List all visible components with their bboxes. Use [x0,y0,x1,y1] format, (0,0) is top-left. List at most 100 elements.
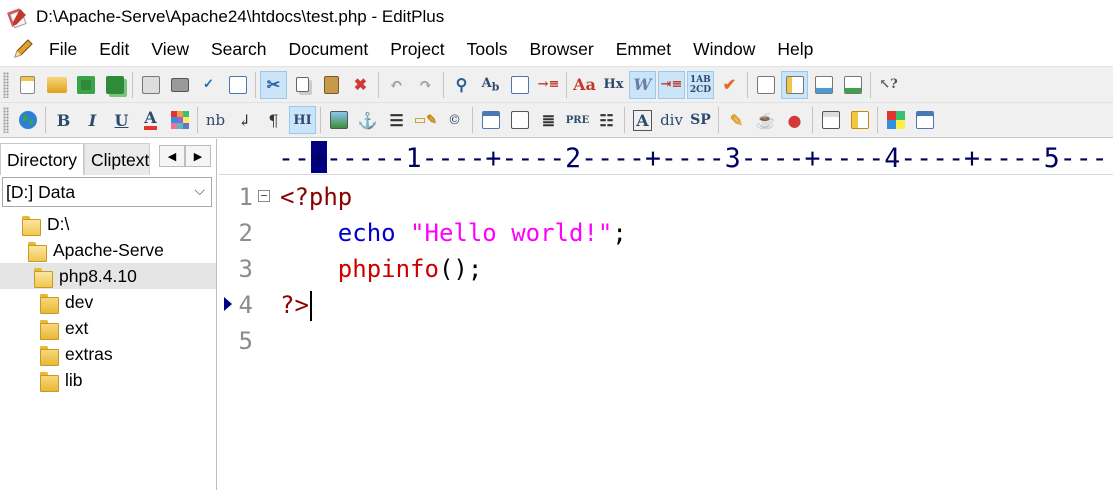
toolbar-separator [877,107,878,133]
print-button[interactable] [166,71,193,99]
find-button[interactable]: ⚲ [448,71,475,99]
italic-button[interactable]: I [79,106,106,134]
menu-view[interactable]: View [140,34,200,64]
folder-icon [40,345,59,366]
external-browser-button[interactable] [839,71,866,99]
copyright-icon: © [448,112,461,128]
redo-button[interactable]: ↷ [412,71,439,99]
line-number-button[interactable]: ⇥≡ [658,70,685,99]
line-number: 1 [238,183,253,211]
code-line-2: echo "Hello world!"; [280,215,627,251]
print-preview-button[interactable] [137,71,164,99]
tab-scroll-right-button[interactable]: ▶ [185,145,211,167]
menu-browser[interactable]: Browser [519,34,605,64]
tree-item-extras[interactable]: extras [0,341,216,367]
font-tag-button[interactable]: A [629,106,656,134]
output-window-button[interactable] [752,71,779,99]
nbsp-button[interactable]: nb [202,106,229,134]
ruler-toggle-button[interactable]: 1AB 2CD [687,70,714,99]
menu-edit[interactable]: Edit [88,34,140,64]
edit-tag-button[interactable]: ▭✎ [412,106,439,134]
italic-icon: I [88,110,97,130]
span-button[interactable]: SP [687,106,714,134]
pencil-icon [12,38,34,60]
browser-view-button[interactable] [14,106,41,134]
toolbar-separator [197,107,198,133]
semicolon: ; [612,219,627,247]
output-window-icon [756,75,775,94]
replace-button[interactable]: Ab [477,71,504,99]
save-all-button[interactable] [101,71,128,99]
tab-cliptext[interactable]: Cliptext [84,143,151,175]
menu-file[interactable]: File [38,34,88,64]
preview-browser-button[interactable] [810,71,837,99]
tree-item-dev[interactable]: dev [0,289,216,315]
form-button[interactable] [506,106,533,134]
color-cells-button[interactable] [882,106,909,134]
list-button[interactable]: ☷ [593,106,620,134]
css-button[interactable]: ✎ [723,106,750,134]
tree-item-apache-serve[interactable]: Apache-Serve [0,237,216,263]
heading-button[interactable]: HI [289,106,316,134]
table-button[interactable] [477,106,504,134]
objects-button[interactable]: ● [781,106,808,134]
code-editor[interactable]: 1 2 3 4 5 <?php echo "Hello world!"; php… [219,176,1113,490]
column-ruler[interactable]: --+-----1----+----2----+----3----+----4-… [219,139,1113,175]
toolbar-separator [747,71,748,98]
paragraph-button[interactable]: ¶ [260,106,287,134]
line-break-button[interactable]: ↲ [231,106,258,134]
paste-button[interactable] [318,71,345,99]
spell-check-button[interactable]: ✓ [195,71,222,99]
find-in-files-button[interactable] [506,71,533,99]
menu-emmet[interactable]: Emmet [605,34,682,64]
tab-directory[interactable]: Directory [0,143,85,175]
underline-button[interactable]: U [108,106,135,134]
drive-select[interactable]: [D:] Data ⌵ [2,177,212,207]
open-file-button[interactable] [43,71,70,99]
tab-scroll-left-button[interactable]: ◀ [159,145,185,167]
copy-button[interactable] [289,71,316,99]
delete-button[interactable]: ✖ [347,71,374,99]
window-layout-button[interactable] [911,106,938,134]
font-size-button[interactable]: Aa [571,71,598,99]
image-button[interactable] [325,106,352,134]
tree-item-ext[interactable]: ext [0,315,216,341]
anchor-button[interactable]: ⚓ [354,106,381,134]
script-button[interactable]: ☕ [752,106,779,134]
goto-line-button[interactable]: →≡ [535,71,562,99]
menu-project[interactable]: Project [379,34,455,64]
tree-item-lib[interactable]: lib [0,367,216,393]
div-button[interactable]: div [658,106,685,134]
menu-search[interactable]: Search [200,34,277,64]
layer-button[interactable] [846,106,873,134]
fold-toggle-icon[interactable] [258,190,270,202]
toolbar-grip[interactable] [3,71,9,98]
toolbar-grip[interactable] [3,107,9,133]
editplus-app-icon[interactable] [6,6,28,29]
menu-document[interactable]: Document [277,34,379,64]
new-file-button[interactable] [14,71,41,99]
bold-button[interactable]: B [50,106,77,134]
spell-check-toggle-button[interactable]: ✔ [716,71,743,99]
horizontal-rule-button[interactable]: ☰ [383,106,410,134]
context-help-button[interactable]: ↖? [875,71,902,99]
html-toolbar-button[interactable] [224,71,251,99]
tree-item-d-drive[interactable]: D:\ [0,211,216,237]
tree-item-php[interactable]: php8.4.10 [0,263,216,289]
hex-viewer-button[interactable]: Hx [600,71,627,99]
directory-window-button[interactable] [781,70,808,99]
special-char-button[interactable]: © [441,106,468,134]
frame-button[interactable] [817,106,844,134]
cut-button[interactable]: ✂ [260,70,287,99]
font-color-button[interactable]: A [137,106,164,134]
center-button[interactable]: ≣ [535,106,562,134]
color-picker-button[interactable] [166,106,193,134]
pre-button[interactable]: PRE [564,106,591,134]
open-folder-icon [46,76,67,93]
undo-button[interactable]: ↶ [383,71,410,99]
save-button[interactable] [72,71,99,99]
menu-help[interactable]: Help [766,34,824,64]
menu-window[interactable]: Window [682,34,766,64]
menu-tools[interactable]: Tools [456,34,519,64]
word-wrap-button[interactable]: W [629,70,656,99]
